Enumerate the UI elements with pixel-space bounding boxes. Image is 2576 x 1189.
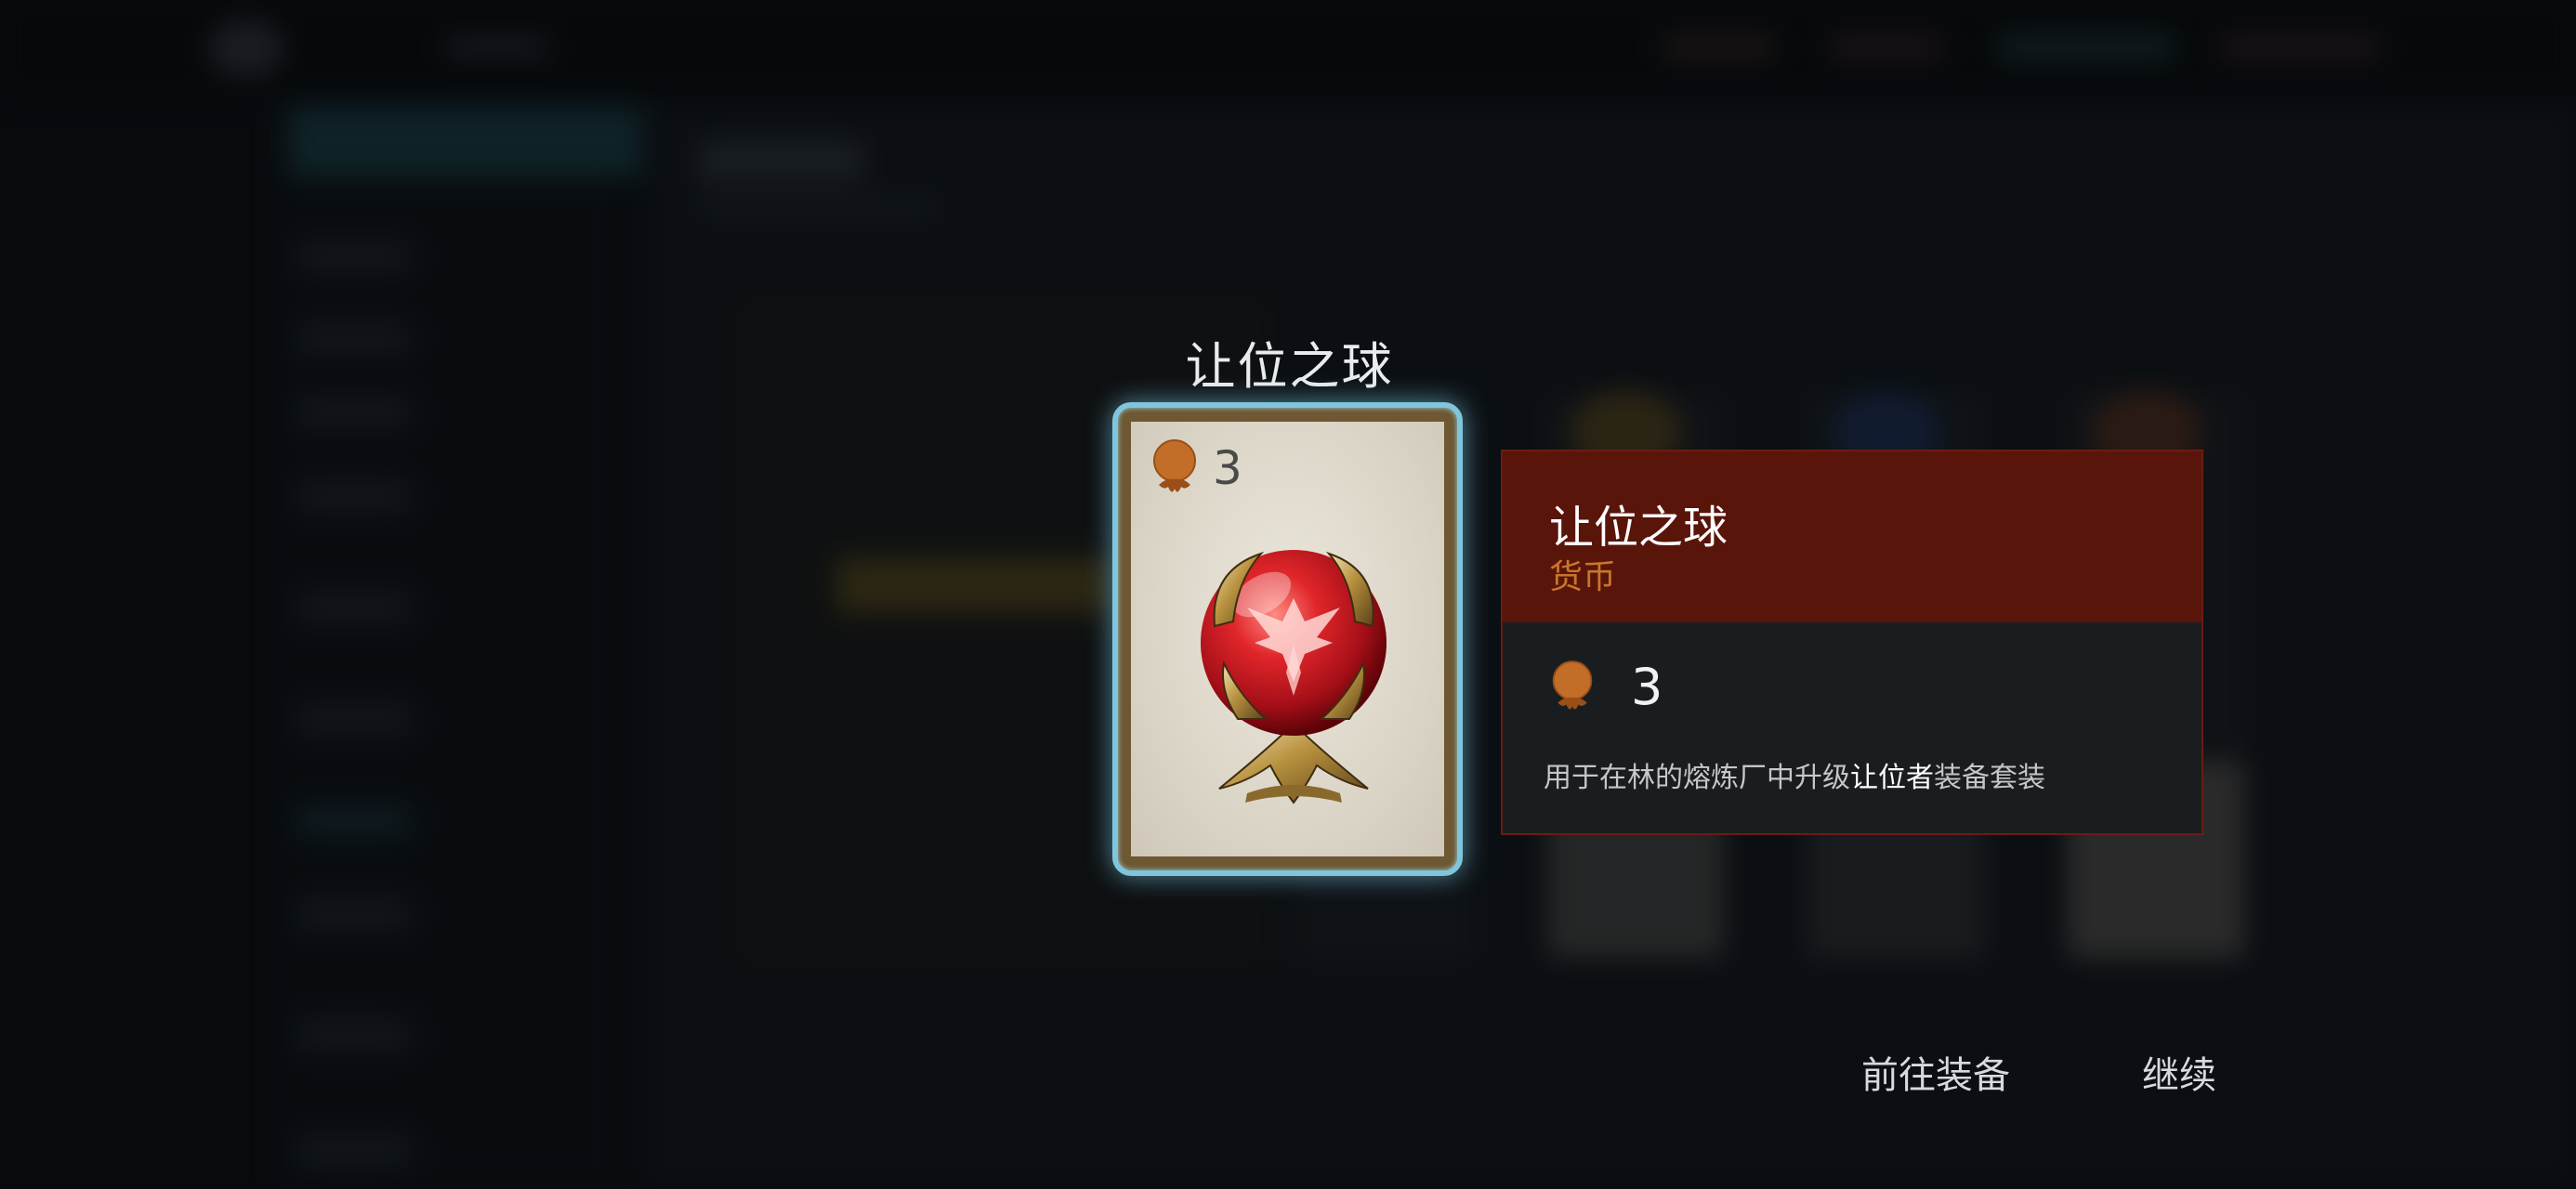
item-info-panel: 让位之球 货币 3 用于在林的熔炼厂中升级让位者装备套装 <box>1501 450 2203 835</box>
card-count-badge: 3 <box>1150 438 1242 498</box>
description-highlight: 让位者 <box>1850 762 1934 794</box>
info-header: 让位之球 货币 <box>1503 451 2201 622</box>
medal-icon <box>1153 439 1196 492</box>
go-to-equipment-button[interactable]: 前往装备 <box>1861 1045 2010 1099</box>
card-count: 3 <box>1213 441 1242 495</box>
red-orb-icon <box>1201 550 1387 804</box>
medal-icon <box>1552 660 1593 710</box>
info-count: 3 <box>1631 658 1663 716</box>
item-card[interactable]: 3 <box>1112 402 1463 876</box>
item-title: 让位之球 <box>1185 337 1394 396</box>
info-item-type: 货币 <box>1549 558 1617 596</box>
info-item-name: 让位之球 <box>1549 502 1728 554</box>
info-description: 用于在林的熔炼厂中升级让位者装备套装 <box>1544 754 2045 795</box>
description-prefix: 用于在林的熔炼厂中升级 <box>1544 762 1850 794</box>
item-card-face: 3 <box>1131 422 1444 856</box>
continue-button[interactable]: 继续 <box>2142 1045 2216 1099</box>
reward-screen: 让位之球 3 让位之球 货币 3 用于在林的熔炼厂中升级让位者装备套装 前往装备… <box>0 0 2576 1189</box>
info-amount: 3 <box>1549 658 1663 716</box>
description-suffix: 装备套装 <box>1934 762 2045 794</box>
